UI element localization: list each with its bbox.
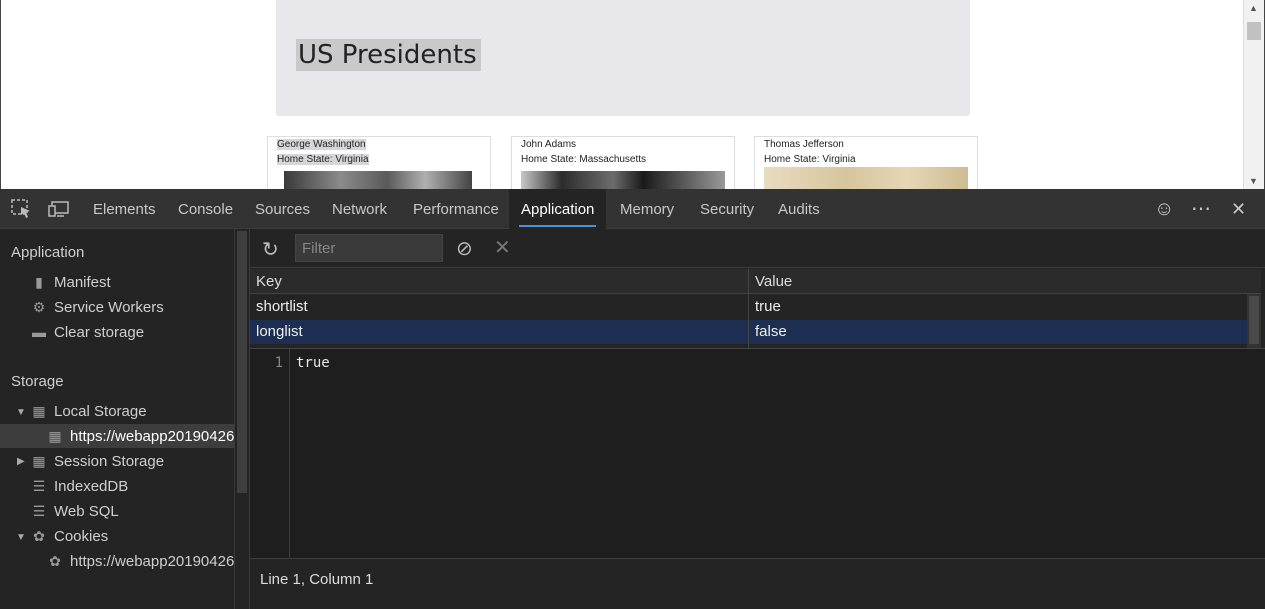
sidebar-item-label: Manifest: [54, 274, 111, 291]
clear-all-icon[interactable]: ⊘: [456, 236, 473, 261]
device-toolbar-icon[interactable]: [48, 199, 70, 219]
status-bar: Line 1, Column 1: [250, 558, 1265, 609]
page-header: US Presidents: [276, 0, 970, 116]
tab-memory[interactable]: Memory: [608, 189, 686, 229]
president-card[interactable]: Thomas Jefferson Home State: Virginia: [754, 136, 978, 189]
president-name: John Adams: [521, 139, 577, 150]
president-name: Thomas Jefferson: [764, 139, 844, 150]
sidebar-item-label: https://webapp20190426: [70, 428, 234, 445]
sidebar-item-label: Clear storage: [54, 324, 145, 341]
column-header-key[interactable]: Key: [250, 269, 748, 294]
feedback-smiley-icon[interactable]: ☺: [1154, 198, 1174, 221]
sidebar-item-label: Web SQL: [54, 503, 119, 520]
key-cell[interactable]: shortlist: [250, 295, 748, 319]
cookie-icon: ✿: [49, 553, 61, 569]
line-number-gutter: 1: [250, 349, 290, 558]
president-home-state: Home State: Virginia: [764, 154, 856, 165]
refresh-icon[interactable]: ↻: [262, 237, 279, 262]
president-home-state: Home State: Massachusetts: [521, 154, 647, 165]
page-title: US Presidents: [296, 39, 481, 71]
president-portrait: [284, 171, 472, 189]
sidebar-item-label: https://webapp20190426: [70, 553, 234, 570]
inspect-element-icon[interactable]: [11, 199, 33, 219]
gear-icon: ⚙: [32, 299, 46, 315]
scroll-up-arrow-icon[interactable]: ▲: [1249, 3, 1258, 13]
key-value-table: Key Value shortlist true longlist false: [250, 269, 1261, 348]
sidebar-heading-application: Application: [11, 244, 85, 261]
sidebar-item-label: Service Workers: [54, 299, 164, 316]
close-devtools-icon[interactable]: ✕: [1231, 199, 1246, 220]
sidebar-item-service-workers[interactable]: ⚙ Service Workers: [30, 299, 164, 316]
preview-content[interactable]: true: [296, 355, 330, 371]
sidebar-item-clear-storage[interactable]: ▬ Clear storage: [30, 324, 144, 341]
president-portrait: [521, 171, 725, 189]
file-icon: ▮: [35, 274, 43, 290]
more-options-icon[interactable]: ⋯: [1191, 196, 1211, 221]
tab-sources[interactable]: Sources: [243, 189, 322, 229]
table-grid-icon: ▦: [48, 428, 62, 444]
collapse-triangle-icon[interactable]: ▶: [17, 456, 25, 467]
president-name: George Washington: [277, 139, 366, 150]
storage-view: ↻ ⊘ ✕ Key Value shortlist true longlist …: [250, 229, 1265, 609]
sidebar-item-label: Cookies: [54, 528, 109, 545]
devtools-panel: Elements Console Sources Network Perform…: [0, 189, 1265, 609]
filter-input[interactable]: [295, 234, 443, 262]
value-cell[interactable]: true: [749, 295, 1247, 319]
sidebar-item-label: Session Storage: [54, 453, 165, 470]
database-icon: ☰: [32, 478, 46, 494]
sidebar-item-indexeddb[interactable]: ☰ IndexedDB: [30, 478, 129, 495]
page-scrollbar-thumb[interactable]: [1247, 22, 1261, 40]
delete-selected-icon[interactable]: ✕: [494, 235, 511, 260]
president-home-state: Home State: Virginia: [277, 154, 369, 165]
president-card[interactable]: George Washington Home State: Virginia: [267, 136, 491, 189]
table-scrollbar-thumb[interactable]: [1249, 296, 1259, 344]
tab-elements[interactable]: Elements: [81, 189, 168, 229]
line-number: 1: [274, 355, 283, 371]
tab-audits[interactable]: Audits: [766, 189, 832, 229]
trash-icon: ▬: [32, 324, 46, 340]
sidebar-scrollbar[interactable]: [234, 229, 250, 609]
expand-triangle-icon[interactable]: ▼: [16, 532, 26, 543]
cookie-icon: ✿: [33, 528, 45, 544]
database-icon: ☰: [32, 503, 46, 519]
devtools-toolbar: Elements Console Sources Network Perform…: [0, 189, 1265, 229]
sidebar-heading-storage: Storage: [11, 373, 64, 390]
president-card[interactable]: John Adams Home State: Massachusetts: [511, 136, 735, 189]
key-cell[interactable]: longlist: [250, 320, 748, 344]
value-preview-editor[interactable]: 1 true: [250, 349, 1265, 558]
tab-network[interactable]: Network: [320, 189, 399, 229]
sidebar-item-local-storage[interactable]: ▦ Local Storage: [30, 403, 147, 420]
sidebar-item-session-storage[interactable]: ▦ Session Storage: [30, 453, 164, 470]
table-grid-icon: ▦: [32, 453, 46, 469]
page-scrollbar[interactable]: ▲ ▼: [1243, 0, 1264, 189]
table-scrollbar[interactable]: [1247, 294, 1261, 348]
sidebar-item-cookies-origin[interactable]: ✿ https://webapp20190426: [46, 553, 234, 570]
table-grid-icon: ▦: [32, 403, 46, 419]
tab-performance[interactable]: Performance: [401, 189, 511, 229]
expand-triangle-icon[interactable]: ▼: [16, 407, 26, 418]
column-divider[interactable]: [748, 269, 749, 348]
sidebar-item-local-storage-origin[interactable]: ▦ https://webapp20190426: [46, 428, 234, 445]
tab-application[interactable]: Application: [509, 189, 607, 229]
sidebar-scrollbar-thumb[interactable]: [237, 231, 247, 493]
sidebar-item-label: IndexedDB: [54, 478, 129, 495]
sidebar-item-web-sql[interactable]: ☰ Web SQL: [30, 503, 119, 520]
cursor-position: Line 1, Column 1: [260, 571, 374, 588]
tab-console[interactable]: Console: [166, 189, 245, 229]
application-sidebar: Application ▮ Manifest ⚙ Service Workers ▬…: [0, 229, 234, 609]
tab-security[interactable]: Security: [688, 189, 766, 229]
sidebar-item-cookies[interactable]: ✿ Cookies: [30, 528, 108, 545]
scroll-down-arrow-icon[interactable]: ▼: [1249, 176, 1258, 186]
storage-toolbar: ↻ ⊘ ✕: [250, 229, 1265, 268]
web-page-viewport: US Presidents George Washington Home Sta…: [0, 0, 1265, 189]
sidebar-item-manifest[interactable]: ▮ Manifest: [30, 274, 111, 291]
value-cell[interactable]: false: [749, 320, 1247, 344]
president-portrait: [764, 167, 968, 189]
column-header-value[interactable]: Value: [749, 269, 1261, 294]
sidebar-item-label: Local Storage: [54, 403, 147, 420]
